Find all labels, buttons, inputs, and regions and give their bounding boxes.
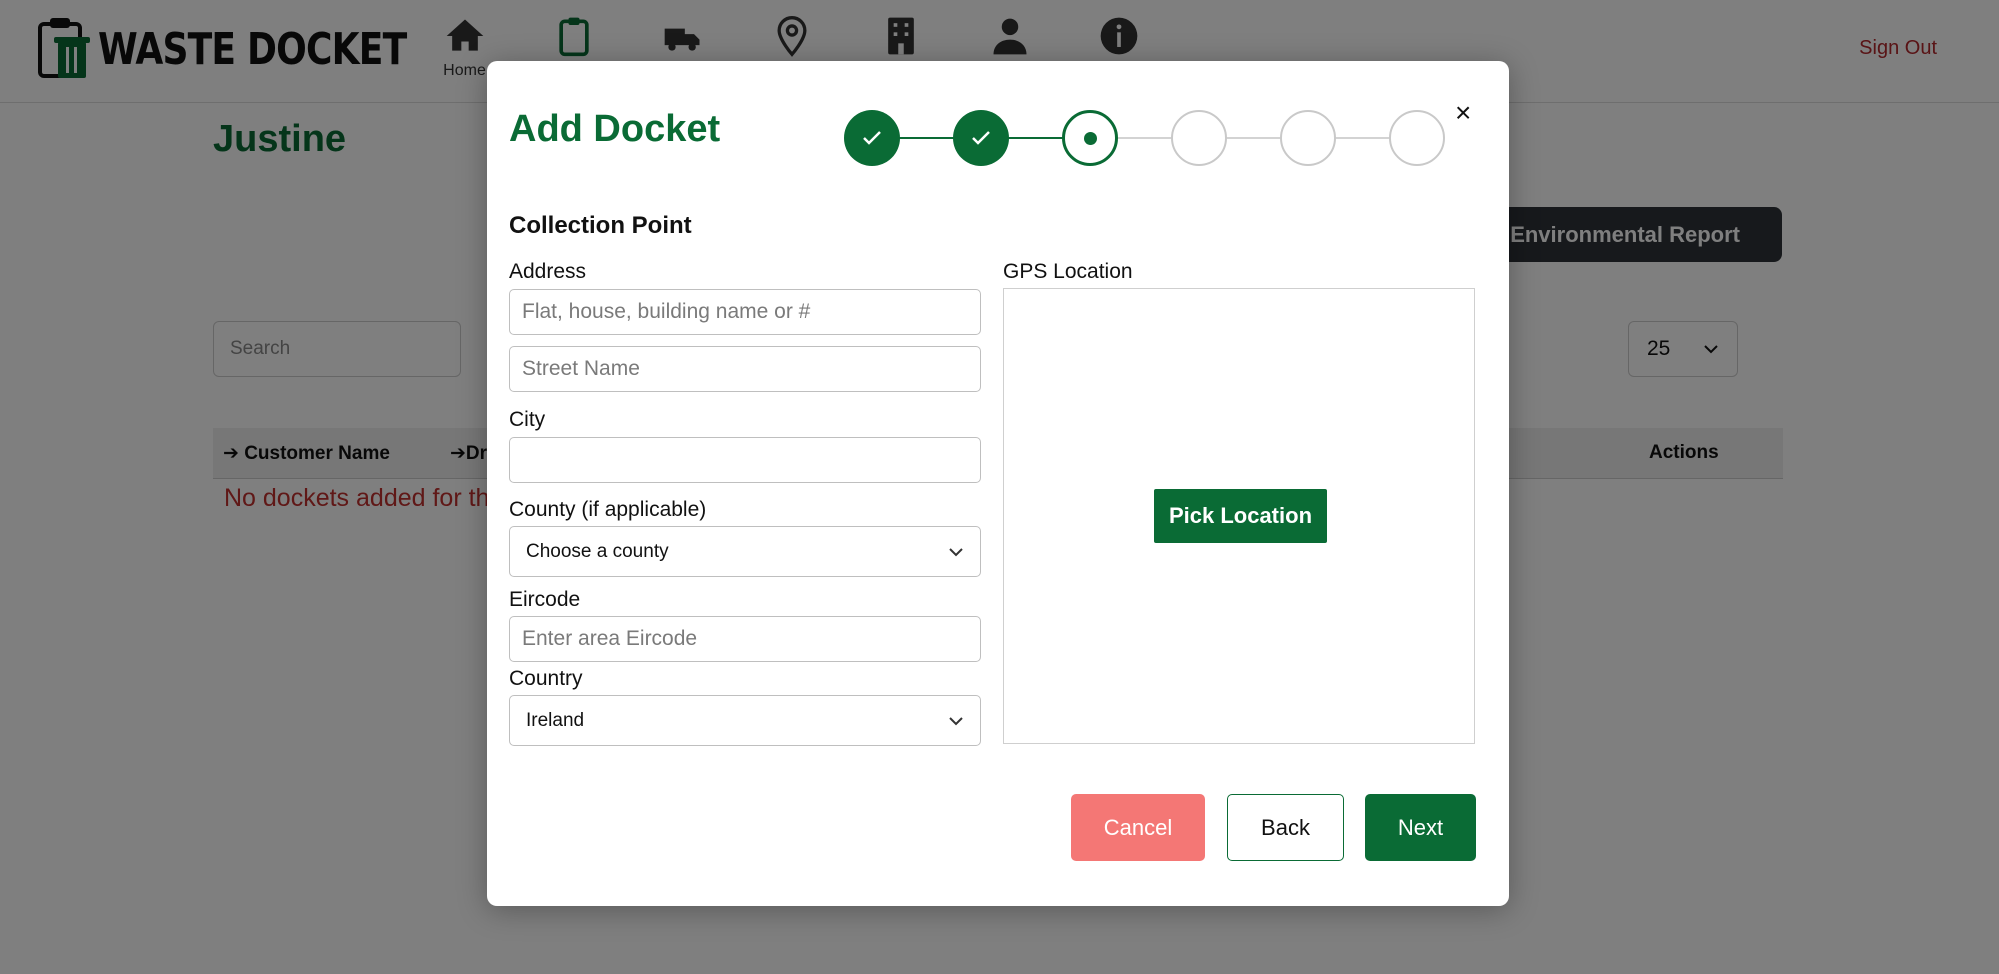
current-step-dot (1083, 131, 1097, 145)
close-icon[interactable]: × (1455, 99, 1471, 127)
step-2 (953, 110, 1009, 166)
step-6 (1389, 110, 1445, 166)
step-3 (1062, 110, 1118, 166)
check-icon (972, 131, 990, 145)
city-label: City (509, 408, 546, 431)
county-select[interactable]: Choose a county (509, 526, 981, 577)
section-title: Collection Point (509, 212, 692, 239)
country-selected-value: Ireland (526, 709, 585, 731)
county-selected-value: Choose a county (526, 540, 669, 562)
step-1 (844, 110, 900, 166)
country-select[interactable]: Ireland (509, 695, 981, 746)
step-4 (1171, 110, 1227, 166)
address-label: Address (509, 260, 587, 283)
modal-title: Add Docket (509, 108, 721, 150)
next-button[interactable]: Next (1365, 794, 1476, 861)
stepper-line-pending (1090, 137, 1416, 139)
eircode-label: Eircode (509, 588, 581, 611)
back-button[interactable]: Back (1227, 794, 1344, 861)
step-5 (1280, 110, 1336, 166)
pick-location-button[interactable]: Pick Location (1154, 489, 1327, 543)
gps-map-area[interactable]: Pick Location (1003, 288, 1475, 744)
check-icon (863, 131, 881, 145)
county-label: County (if applicable) (509, 498, 707, 521)
address-line1-input[interactable] (509, 289, 981, 335)
cancel-button[interactable]: Cancel (1071, 794, 1205, 861)
chevron-down-icon (949, 547, 963, 556)
eircode-input[interactable] (509, 616, 981, 662)
country-label: Country (509, 667, 583, 690)
progress-stepper (844, 110, 1445, 166)
add-docket-modal: Add Docket × Collection Point Address Ci… (487, 61, 1509, 906)
city-input[interactable] (509, 437, 981, 483)
gps-location-label: GPS Location (1003, 260, 1133, 283)
chevron-down-icon (949, 716, 963, 725)
street-name-input[interactable] (509, 346, 981, 392)
